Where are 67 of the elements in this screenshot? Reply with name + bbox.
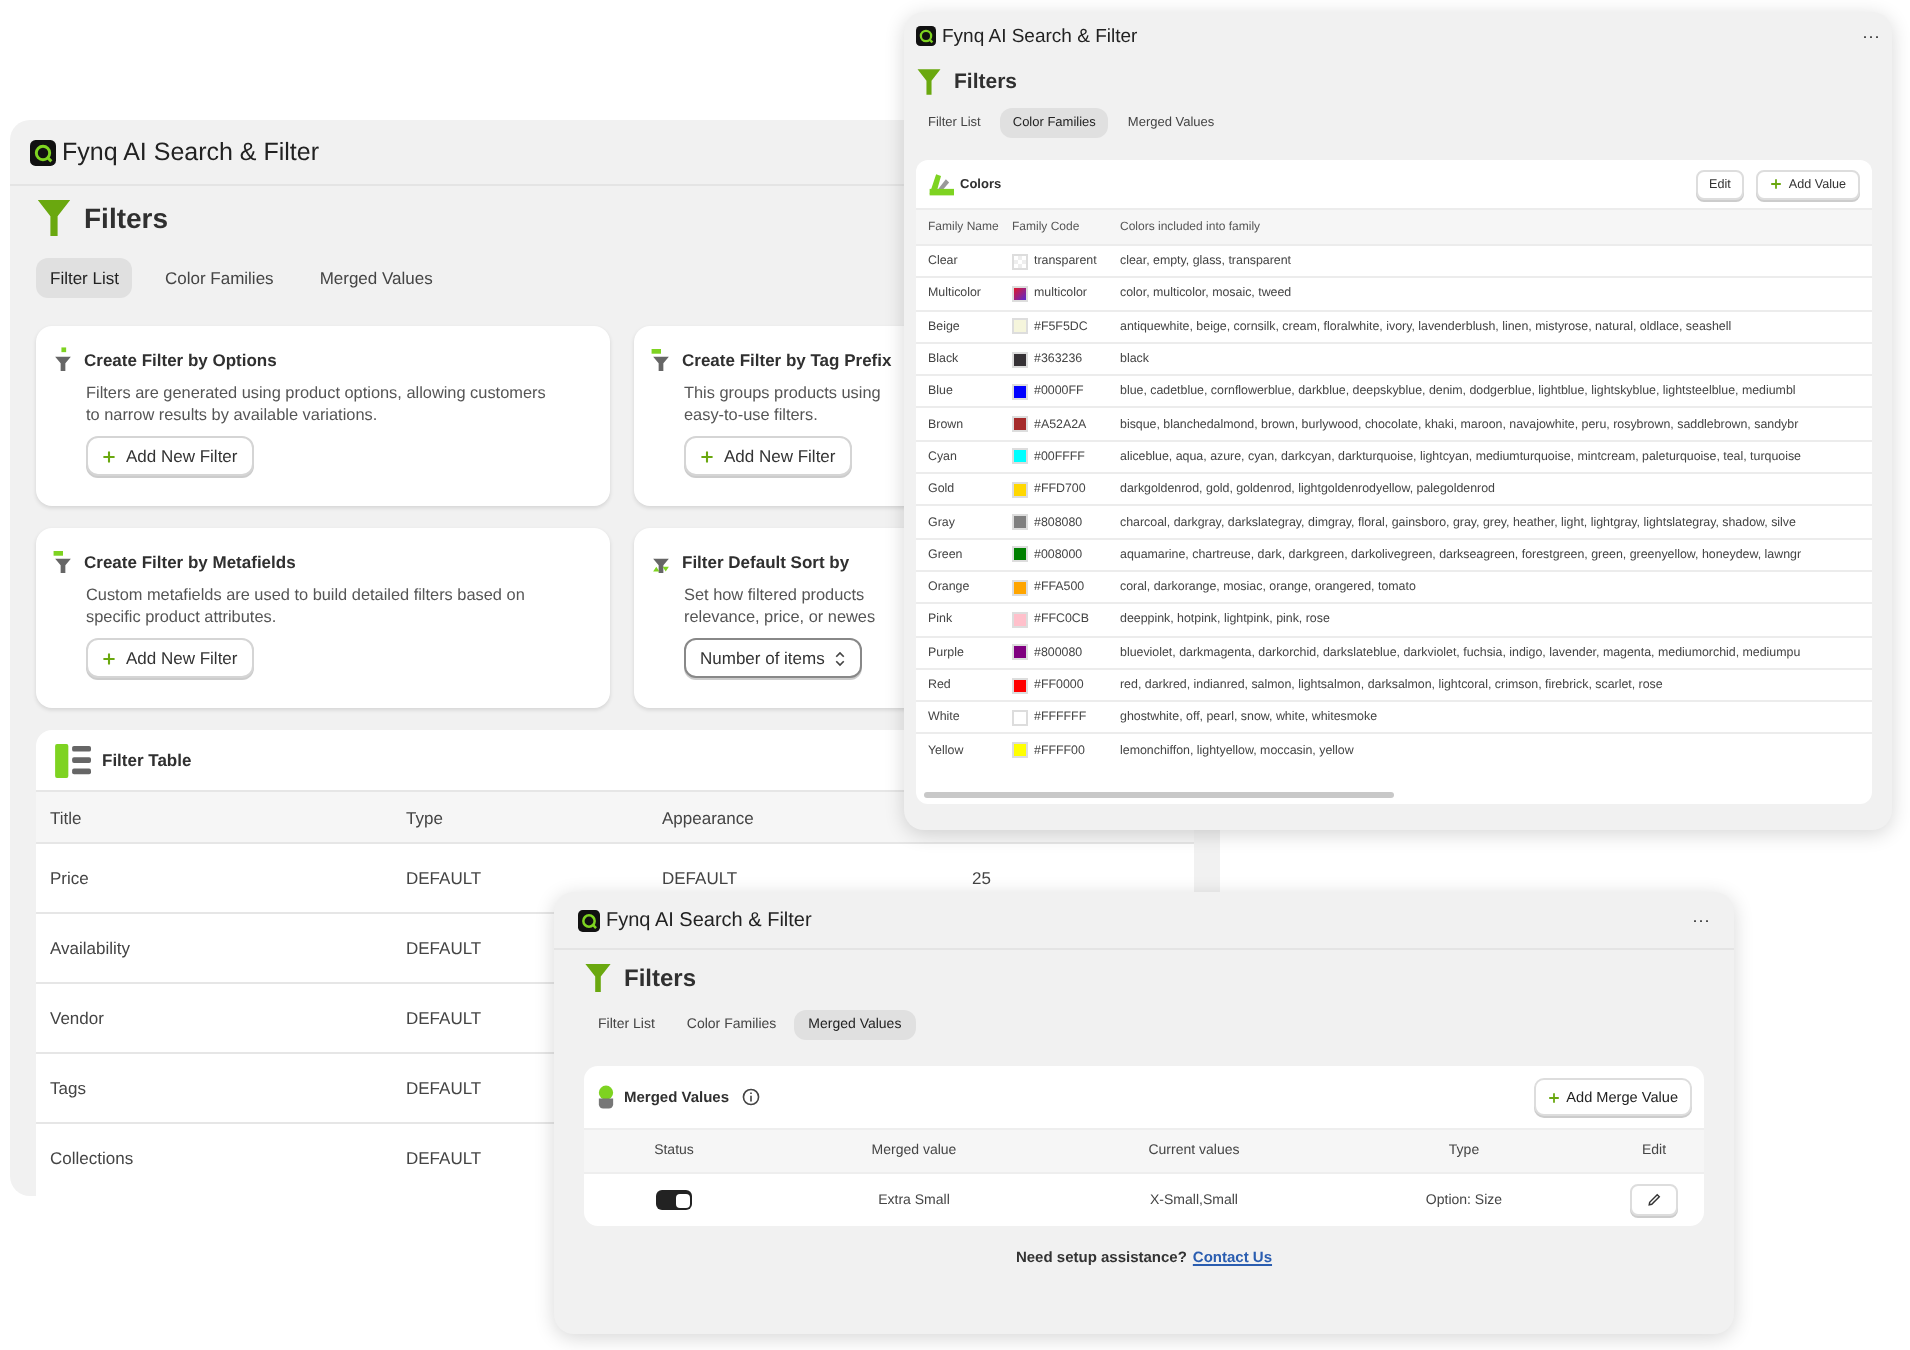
add-filter-button[interactable]: Add New Filter	[86, 638, 254, 678]
table-cell: Vendor	[50, 1008, 104, 1028]
tab[interactable]: Filter List	[36, 258, 133, 298]
color-swatch	[1012, 285, 1028, 302]
card-title: Filter Default Sort by	[682, 552, 850, 572]
funnel-icon	[584, 962, 612, 994]
card-title: Filter Table	[102, 750, 192, 770]
table-cell-text: 25	[970, 868, 991, 888]
plus-icon	[1548, 1091, 1561, 1103]
card-description: Custom metafields are used to build detailed filters based on	[86, 586, 525, 604]
funnel-icon	[52, 346, 74, 374]
funnel-icon	[916, 68, 942, 96]
table-icon	[54, 743, 94, 777]
plus-icon	[102, 651, 116, 665]
color-swatch	[1012, 253, 1028, 270]
table-cell: DEFAULT	[406, 1078, 482, 1098]
table-cell: Availability	[50, 938, 131, 958]
plus-icon	[700, 449, 714, 463]
card-description: relevance, price, or newes	[684, 608, 876, 626]
table-cell: DEFAULT	[406, 868, 482, 888]
page-heading: Filters	[624, 964, 697, 992]
more-menu-button[interactable]: ···	[1692, 910, 1710, 930]
table-cell: Tags	[50, 1078, 86, 1098]
tab[interactable]: Merged Values	[305, 258, 447, 298]
table-cell: DEFAULT	[406, 938, 482, 958]
table-cell: Price	[50, 868, 89, 888]
tab[interactable]: Color Families	[150, 258, 288, 298]
window-title: Fynq AI Search & Filter	[606, 909, 814, 931]
card-description: easy-to-use filters.	[684, 406, 818, 424]
chevron-icon	[834, 649, 847, 667]
window-title: Fynq AI Search & Filter	[62, 138, 320, 166]
add-filter-button[interactable]: Add New Filter	[86, 436, 254, 476]
card-title: Create Filter by Tag Prefix	[682, 350, 892, 370]
table-cell: Collections	[50, 1148, 134, 1168]
table-cell: DEFAULT	[662, 868, 738, 888]
window-title: Fynq AI Search & Filter	[942, 25, 1140, 47]
pencil-icon	[1646, 1192, 1662, 1208]
card-description: This groups products using	[684, 384, 881, 402]
column-header: Appearance	[662, 807, 754, 827]
plus-icon	[1770, 178, 1783, 190]
more-menu-button[interactable]: ···	[1862, 26, 1880, 46]
column-header: Title	[50, 807, 82, 827]
page-heading: Filters	[954, 70, 1018, 94]
sort-select[interactable]: Number of items	[684, 638, 863, 678]
card-description: Filters are generated using product options, allowing customers	[86, 384, 546, 402]
card-title: Create Filter by Options	[84, 350, 277, 370]
app-logo-icon	[578, 909, 600, 931]
merge-icon	[596, 1084, 616, 1110]
table-cell: DEFAULT	[406, 1148, 482, 1168]
funnel-icon	[52, 548, 74, 576]
add-filter-button[interactable]: Add New Filter	[684, 436, 852, 476]
card-description: to narrow results by available variations.	[86, 406, 378, 424]
swatch-icon	[928, 172, 954, 196]
app-logo-icon	[30, 139, 56, 165]
card-description: Set how filtered products	[684, 586, 865, 604]
info-icon[interactable]	[741, 1088, 760, 1106]
page-heading: Filters	[84, 202, 169, 234]
card-title: Create Filter by Metafields	[84, 552, 296, 572]
app-logo-icon	[916, 26, 936, 46]
table-cell: DEFAULT	[406, 1008, 482, 1028]
status-toggle[interactable]	[656, 1190, 692, 1210]
edit-button[interactable]	[1630, 1184, 1678, 1216]
funnel-icon	[650, 346, 672, 374]
card-description: specific product attributes.	[86, 608, 277, 626]
column-header: Type	[406, 807, 443, 827]
funnel-icon	[36, 198, 72, 238]
plus-icon	[102, 449, 116, 463]
